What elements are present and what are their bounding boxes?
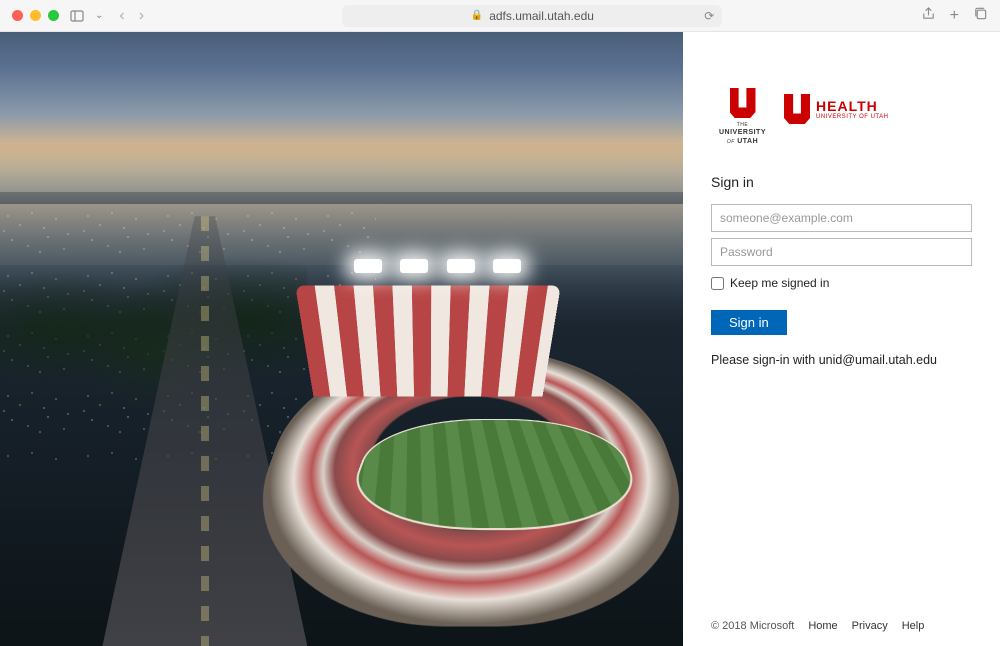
logo-row: THE UNIVERSITY OF UTAH HEALTH UNIVERSITY… (719, 88, 972, 146)
hero-image (0, 32, 683, 646)
university-of-utah-logo: THE UNIVERSITY OF UTAH (719, 88, 766, 146)
utah-health-logo: HEALTH UNIVERSITY OF UTAH (784, 94, 888, 124)
tabs-icon[interactable] (973, 6, 988, 26)
browser-right-tools: + (921, 6, 988, 26)
back-button[interactable]: ‹ (119, 8, 124, 24)
reload-icon[interactable]: ⟳ (704, 9, 714, 23)
page-content: THE UNIVERSITY OF UTAH HEALTH UNIVERSITY… (0, 32, 1000, 646)
health-title: HEALTH (816, 98, 888, 114)
close-window-button[interactable] (12, 10, 23, 21)
health-subtitle: UNIVERSITY OF UTAH (816, 114, 888, 120)
keep-signed-in-checkbox[interactable] (711, 277, 724, 290)
copyright-text: © 2018 Microsoft (711, 620, 794, 632)
footer: © 2018 Microsoft Home Privacy Help (711, 620, 972, 632)
signin-help-text: Please sign-in with unid@umail.utah.edu (711, 353, 972, 367)
username-input[interactable] (711, 204, 972, 232)
share-icon[interactable] (921, 6, 936, 26)
browser-toolbar: ⌄ ‹ › 🔒 adfs.umail.utah.edu ⟳ + (0, 0, 1000, 32)
navigation-arrows: ‹ › (119, 8, 144, 24)
sidebar-toggle-icon[interactable] (69, 8, 85, 24)
logo-utah: UTAH (737, 138, 758, 145)
forward-button[interactable]: › (139, 8, 144, 24)
logo-the: THE (737, 122, 749, 128)
footer-link-help[interactable]: Help (902, 620, 925, 632)
logo-university: UNIVERSITY (719, 129, 766, 136)
logo-of: OF (727, 139, 735, 145)
signin-button[interactable]: Sign in (711, 310, 787, 335)
keep-signed-in-label[interactable]: Keep me signed in (730, 276, 829, 290)
new-tab-icon[interactable]: + (950, 8, 959, 24)
address-bar[interactable]: 🔒 adfs.umail.utah.edu ⟳ (342, 5, 722, 27)
u-health-logo-icon (784, 94, 810, 124)
footer-link-home[interactable]: Home (808, 620, 837, 632)
window-controls (12, 10, 59, 21)
signin-heading: Sign in (711, 174, 972, 190)
keep-signed-in-row: Keep me signed in (711, 276, 972, 290)
lock-icon: 🔒 (471, 10, 483, 21)
signin-panel: THE UNIVERSITY OF UTAH HEALTH UNIVERSITY… (683, 32, 1000, 646)
minimize-window-button[interactable] (30, 10, 41, 21)
url-text: adfs.umail.utah.edu (489, 9, 594, 23)
footer-link-privacy[interactable]: Privacy (852, 620, 888, 632)
password-input[interactable] (711, 238, 972, 266)
maximize-window-button[interactable] (48, 10, 59, 21)
u-logo-icon (730, 88, 756, 118)
chevron-down-icon[interactable]: ⌄ (95, 10, 103, 21)
